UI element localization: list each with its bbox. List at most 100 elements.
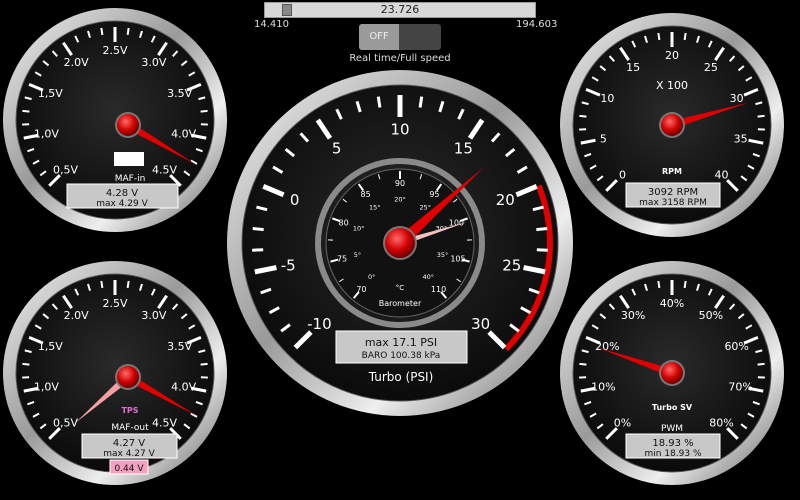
- turbo-baro: BARO 100.38 kPa: [362, 351, 441, 361]
- tick-label: -5: [281, 257, 296, 275]
- tick-label: 70%: [728, 381, 752, 394]
- tick-label: 1,5V: [38, 87, 63, 100]
- tick-label: 30: [730, 92, 744, 105]
- turbo-sv-value: 18.93 %: [652, 438, 693, 449]
- tick-mark: [252, 227, 264, 232]
- barometer-tick-label: 70: [356, 285, 366, 294]
- tick-label: 30: [471, 315, 490, 333]
- tick-label: 25: [502, 257, 521, 275]
- maf-in-indicator: [114, 152, 144, 166]
- barometer-temp-label: 0°: [368, 273, 375, 281]
- tick-label: 25: [704, 61, 718, 74]
- tick-mark: [657, 280, 661, 289]
- maf-out-name: MAF-out: [111, 423, 149, 433]
- maf-out-max: max 4.27 V: [103, 449, 155, 459]
- tick-label: 10: [600, 92, 614, 105]
- tick-label: 4.0V: [171, 381, 196, 394]
- needle-hub: [117, 114, 139, 136]
- tick-label: 30%: [621, 309, 645, 322]
- tick-label: 3.0V: [141, 56, 166, 69]
- rpm-value: 3092 RPM: [648, 187, 698, 198]
- tps-name: TPS: [121, 406, 138, 415]
- tick-label: 1,0V: [34, 381, 59, 394]
- turbo-name: Turbo (PSI): [368, 370, 434, 384]
- tick-mark: [100, 27, 104, 36]
- tick-label: 0%: [614, 416, 631, 429]
- barometer-tick-label: 85: [360, 190, 370, 199]
- barometer-tick-label: 110: [431, 285, 446, 294]
- maf-in-gauge: 0,5V 1,0V 1,5V 2.0V 2.5V 3.0V 3.5V 4.0V 4.5V MAF…: [3, 8, 227, 232]
- tick-label: 3.5V: [167, 87, 192, 100]
- tick-label: 10%: [591, 381, 615, 394]
- tick-mark: [200, 109, 208, 113]
- tick-label: 0,5V: [53, 163, 78, 176]
- barometer-tick-label: 100: [449, 218, 464, 227]
- tick-label: 4.5V: [152, 163, 177, 176]
- tick-label: 40: [714, 168, 728, 181]
- tick-label: 2.0V: [64, 56, 89, 69]
- maf-in-value: 4.28 V: [106, 188, 138, 199]
- tick-mark: [536, 227, 548, 232]
- tick-mark: [252, 248, 264, 252]
- tick-mark: [376, 96, 382, 108]
- barometer-tick-label: 105: [450, 255, 465, 264]
- turbo-sv-gauge: 0%10%20%30%40%50%60%70%80% Turbo SV PWM …: [560, 261, 784, 485]
- tick-mark: [200, 362, 208, 366]
- tick-label: 20: [496, 191, 515, 209]
- tick-label: 4.5V: [152, 416, 177, 429]
- tick-mark: [22, 362, 30, 366]
- tick-label: 2.0V: [64, 309, 89, 322]
- needle-hub: [117, 366, 139, 388]
- tick-label: 0: [619, 168, 626, 181]
- tick-label: 60%: [724, 340, 748, 353]
- needle-hub: [661, 362, 683, 384]
- maf-out-gauge: 0,5V 1,0V 1,5V 2.0V 2.5V 3.0V 3.5V 4.0V 4.5V TPS…: [3, 261, 227, 485]
- barometer-tick-label: 95: [429, 190, 439, 199]
- tick-label: 3.0V: [141, 309, 166, 322]
- tick-label: 4.0V: [171, 128, 196, 141]
- tick-mark: [126, 280, 130, 289]
- turbo-psi-gauge: -10-5051015202530 707580859095100105110 …: [227, 70, 573, 416]
- tick-mark: [100, 280, 104, 289]
- turbo-sv-min: min 18.93 %: [644, 449, 701, 459]
- tick-mark: [418, 96, 424, 108]
- tick-label: 15: [626, 61, 640, 74]
- turbo-max: max 17.1 PSI: [365, 336, 437, 349]
- tick-label: 0: [290, 191, 300, 209]
- tick-label: 10: [390, 120, 409, 138]
- barometer-tick-label: 80: [339, 218, 349, 227]
- barometer-unit: °C: [396, 284, 405, 292]
- needle-hub: [661, 114, 683, 136]
- barometer-name: Barometer: [379, 299, 422, 308]
- rpm-max: max 3158 RPM: [639, 198, 707, 208]
- rpm-gauge: 0 5 10 15 20 25 30 35 40 X 100 RPM 3092 RPM max …: [560, 13, 784, 237]
- tick-mark: [22, 109, 30, 113]
- tick-mark: [657, 32, 661, 41]
- tick-label: 1,0V: [34, 128, 59, 141]
- tick-mark: [126, 27, 130, 36]
- tick-label: 5: [600, 133, 607, 146]
- tick-label: 2.5V: [102, 297, 127, 310]
- barometer-temp-label: 10°: [353, 224, 365, 232]
- barometer-temp-label: 25°: [419, 203, 431, 211]
- needle-hub: [385, 228, 415, 258]
- barometer-temp-label: 20°: [394, 196, 406, 204]
- turbo-sv-name: Turbo SV: [652, 403, 693, 412]
- tick-mark: [757, 362, 765, 366]
- tick-label: 40%: [660, 297, 684, 310]
- turbo-sv-unit: PWM: [661, 424, 683, 434]
- rpm-multiplier: X 100: [656, 79, 688, 92]
- tick-mark: [579, 114, 587, 118]
- tick-mark: [536, 248, 548, 252]
- tick-mark: [683, 280, 687, 289]
- tick-label: 15: [454, 140, 473, 158]
- tick-mark: [579, 362, 587, 366]
- tick-label: 50%: [699, 309, 723, 322]
- barometer-temp-label: 15°: [369, 203, 381, 211]
- tick-mark: [757, 114, 765, 118]
- tick-label: 2.5V: [102, 44, 127, 57]
- maf-in-name: MAF-in: [115, 174, 146, 184]
- tick-label: 80%: [709, 416, 733, 429]
- tick-label: 5: [332, 140, 342, 158]
- maf-out-value: 4.27 V: [113, 438, 145, 449]
